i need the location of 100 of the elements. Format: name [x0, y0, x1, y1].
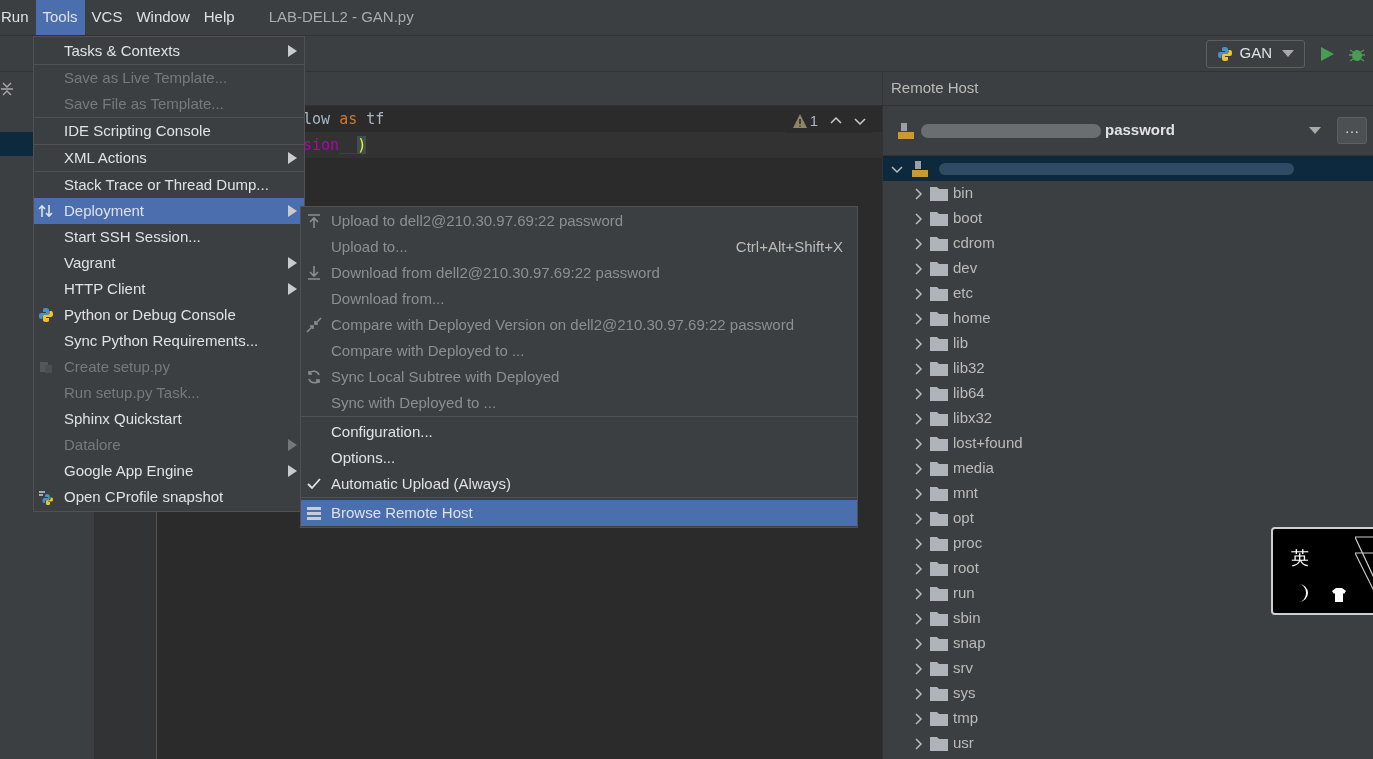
profiler-python-icon — [38, 489, 54, 505]
chevron-right-icon[interactable] — [915, 512, 923, 525]
chevron-right-icon[interactable] — [915, 262, 923, 275]
folder-name[interactable]: lost+found — [953, 432, 1023, 455]
checkmark-icon — [306, 476, 322, 492]
submenu-arrow-icon — [287, 205, 297, 217]
menu-item[interactable]: Options... — [301, 445, 857, 471]
folder-name[interactable]: libx32 — [953, 407, 993, 430]
input-mode-label: 英 — [1291, 547, 1309, 570]
chevron-right-icon[interactable] — [915, 362, 923, 375]
chevron-right-icon[interactable] — [915, 712, 923, 725]
chevron-right-icon[interactable] — [915, 387, 923, 400]
chevron-right-icon[interactable] — [915, 662, 923, 675]
menu-item[interactable]: XML Actions — [34, 145, 304, 171]
submenu-arrow-icon — [287, 45, 297, 57]
menu-item[interactable]: Python or Debug Console — [34, 302, 304, 328]
folder-name[interactable]: run — [953, 582, 975, 605]
panel-title: Remote Host — [891, 78, 979, 99]
folder-name[interactable]: mnt — [953, 482, 978, 505]
window-title: LAB-DELL2 - GAN.py — [268, 7, 414, 28]
folder-name[interactable]: usr — [953, 732, 974, 755]
folder-name[interactable]: sbin — [953, 607, 981, 630]
folder-icon — [930, 436, 948, 451]
folder-name[interactable]: etc — [953, 282, 973, 305]
chevron-right-icon[interactable] — [915, 412, 923, 425]
chevron-right-icon[interactable] — [915, 187, 923, 200]
menu-item[interactable]: Automatic Upload (Always) — [301, 471, 857, 497]
menu-item[interactable]: Stack Trace or Thread Dump... — [34, 172, 304, 198]
chevron-right-icon[interactable] — [915, 737, 923, 750]
chevron-right-icon[interactable] — [915, 687, 923, 700]
menu-bar-item[interactable]: Window — [129, 0, 197, 35]
menu-item[interactable]: Open CProfile snapshot — [34, 484, 304, 510]
menu-item[interactable]: HTTP Client — [34, 276, 304, 302]
shortcut-label: Ctrl+Alt+Shift+X — [735, 236, 843, 257]
more-button[interactable]: … — [1337, 117, 1367, 144]
chevron-right-icon[interactable] — [915, 462, 923, 475]
folder-name[interactable]: lib64 — [953, 382, 985, 405]
run-configuration-dropdown[interactable]: GAN — [1206, 39, 1305, 68]
folder-name[interactable]: cdrom — [953, 232, 995, 255]
folder-name[interactable]: tmp — [953, 707, 978, 730]
folder-name[interactable]: sys — [953, 682, 976, 705]
folder-icon — [930, 386, 948, 401]
chevron-down-icon[interactable] — [854, 115, 866, 128]
menu-item[interactable]: Tasks & Contexts — [34, 38, 304, 64]
folder-name[interactable]: lib32 — [953, 357, 985, 380]
folder-name[interactable]: snap — [953, 632, 986, 655]
menu-item[interactable]: Google App Engine — [34, 458, 304, 484]
sftp-server-icon — [897, 120, 917, 141]
submenu-arrow-icon — [287, 439, 297, 451]
chevron-right-icon[interactable] — [915, 337, 923, 350]
chevron-right-icon[interactable] — [915, 562, 923, 575]
menu-item[interactable]: IDE Scripting Console — [34, 118, 304, 144]
menu-item[interactable]: Vagrant — [34, 250, 304, 276]
folder-name[interactable]: proc — [953, 532, 983, 555]
chevron-right-icon[interactable] — [915, 287, 923, 300]
menu-item[interactable]: Configuration... — [301, 419, 857, 445]
download-icon — [306, 265, 322, 281]
folder-name[interactable]: srv — [953, 657, 973, 680]
folder-name[interactable]: root — [953, 557, 979, 580]
folder-name[interactable]: media — [953, 457, 994, 480]
chevron-right-icon[interactable] — [915, 587, 923, 600]
menu-item[interactable]: Browse Remote Host — [301, 500, 857, 526]
chevron-right-icon[interactable] — [915, 237, 923, 250]
chevron-right-icon[interactable] — [915, 312, 923, 325]
folder-name[interactable]: home — [953, 307, 991, 330]
menu-item[interactable]: Deployment — [34, 198, 304, 224]
submenu-arrow-icon — [287, 152, 297, 164]
folder-icon — [930, 211, 948, 226]
folder-icon — [930, 661, 948, 676]
menu-bar-item[interactable]: Help — [196, 0, 242, 35]
submenu-arrow-icon — [287, 283, 297, 295]
server-dropdown[interactable]: password — [897, 119, 1337, 142]
folder-name[interactable]: lib — [953, 332, 968, 355]
chevron-right-icon[interactable] — [915, 212, 923, 225]
menu-item[interactable]: Start SSH Session... — [34, 224, 304, 250]
folder-icon — [930, 636, 948, 651]
submenu-arrow-icon — [287, 257, 297, 269]
folder-name[interactable]: opt — [953, 507, 974, 530]
menu-bar-item[interactable]: Run — [0, 0, 36, 35]
menu-bar-item[interactable]: VCS — [84, 0, 130, 35]
folder-name[interactable]: bin — [953, 182, 974, 205]
chevron-right-icon[interactable] — [915, 637, 923, 650]
menu-bar-item[interactable]: Tools — [35, 0, 85, 35]
menu-item[interactable]: Sphinx Quickstart — [34, 406, 304, 432]
folder-name[interactable]: boot — [953, 207, 983, 230]
folder-icon — [930, 511, 948, 526]
warning-count[interactable]: 1 — [809, 110, 818, 133]
folder-name[interactable]: dev — [953, 257, 978, 280]
chevron-right-icon[interactable] — [915, 437, 923, 450]
run-icon[interactable] — [1319, 45, 1335, 62]
dropdown-caret-icon — [1309, 126, 1321, 135]
package-icon — [38, 359, 54, 375]
menu-item[interactable]: Sync Python Requirements... — [34, 328, 304, 354]
folder-icon — [930, 736, 948, 751]
chevron-right-icon[interactable] — [915, 612, 923, 625]
folder-icon — [930, 336, 948, 351]
chevron-right-icon[interactable] — [915, 487, 923, 500]
collapse-all-icon[interactable] — [1, 81, 13, 97]
chevron-right-icon[interactable] — [915, 537, 923, 550]
folder-icon — [930, 486, 948, 501]
